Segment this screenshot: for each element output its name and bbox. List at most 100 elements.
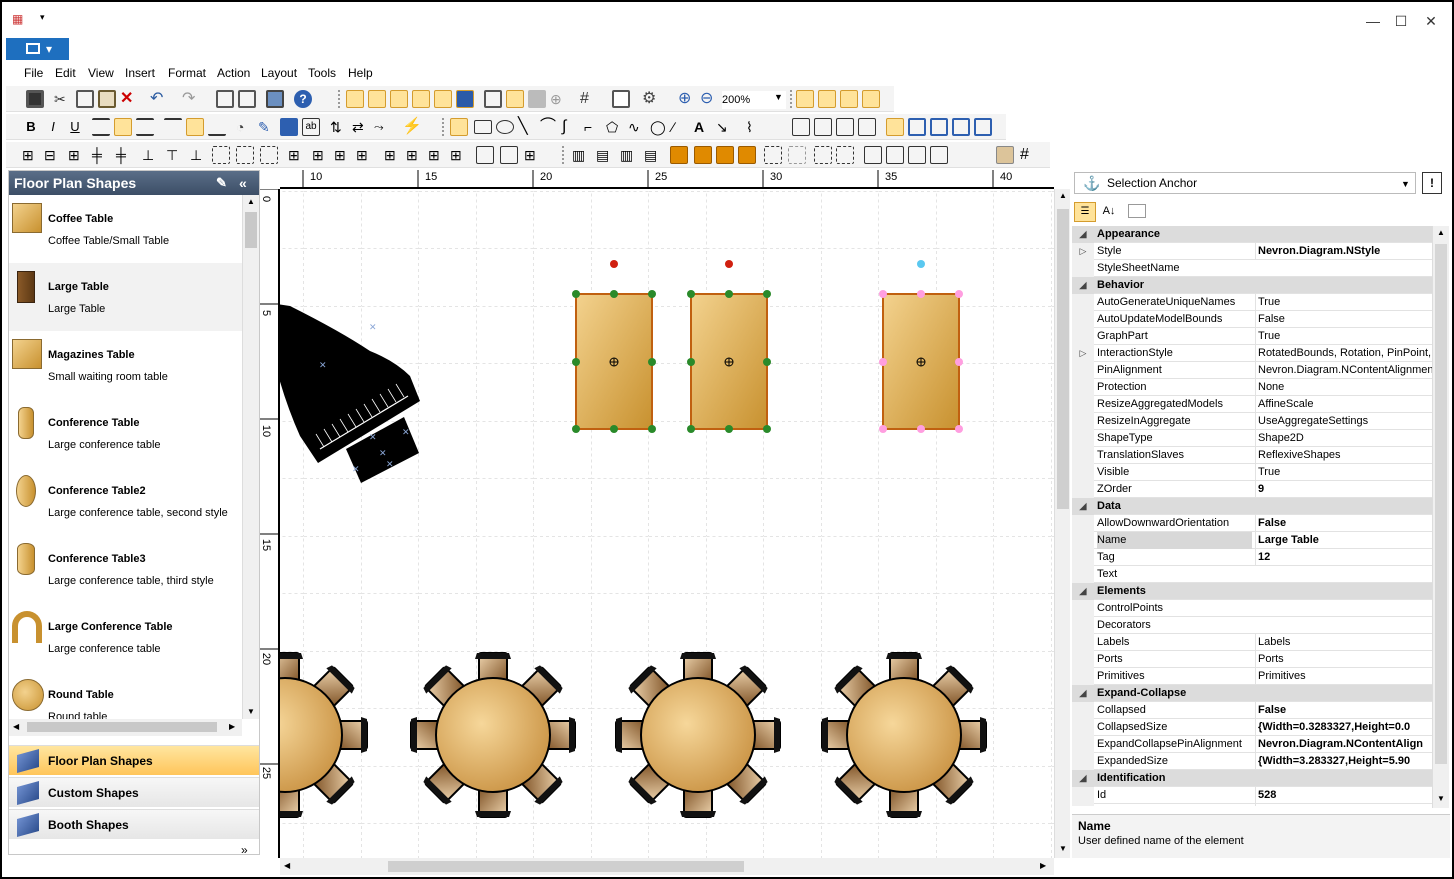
collapse-icon[interactable]: ◢ <box>1072 498 1094 515</box>
paste-icon[interactable] <box>98 90 116 108</box>
library-vertical-scrollbar[interactable]: ▲ ▼ <box>242 195 259 719</box>
property-value[interactable]: Nevron.Diagram.NContentAlignment <box>1255 362 1432 379</box>
copy-icon[interactable] <box>76 90 94 108</box>
close-button[interactable]: ✕ <box>1416 10 1446 32</box>
property-category[interactable]: ◢ Data <box>1072 498 1432 515</box>
scroll-up-icon[interactable]: ▲ <box>1059 191 1067 200</box>
polyline-tool-icon[interactable]: ⌐ <box>584 118 602 136</box>
collapse-icon[interactable]: ◢ <box>1072 277 1094 294</box>
property-row[interactable]: ExpandedSize {Width=3.283327,Height=5.90 <box>1072 753 1432 770</box>
bezier-tool-icon[interactable]: ∿ <box>628 118 646 136</box>
pan-icon[interactable] <box>506 90 524 108</box>
property-row[interactable]: Id 528 <box>1072 787 1432 804</box>
nudge-up-icon[interactable] <box>908 146 926 164</box>
property-row[interactable]: Tag 12 <box>1072 549 1432 566</box>
flip-v-icon[interactable]: ▤ <box>644 146 662 164</box>
connector-icon[interactable]: ⇅ <box>330 118 348 136</box>
bring-front-icon[interactable] <box>670 146 688 164</box>
categorized-view-icon[interactable]: ☰ <box>1074 202 1096 222</box>
list-item[interactable]: Round Table Round table <box>9 671 242 719</box>
property-value[interactable]: Nevron.Diagram.NContentAlign <box>1255 736 1432 753</box>
increase-spacing-icon[interactable]: ⊞ <box>288 146 306 164</box>
page-setup-icon[interactable] <box>612 90 630 108</box>
collapse-icon[interactable]: ◢ <box>1072 685 1094 702</box>
property-category[interactable]: ◢ Appearance <box>1072 226 1432 243</box>
canvas-horizontal-scrollbar[interactable]: ◀ ▶ <box>280 858 1054 875</box>
list-item[interactable]: Large Table Large Table <box>9 263 242 331</box>
undo-icon[interactable]: ↶ <box>150 90 168 108</box>
tab-booth-shapes[interactable]: Booth Shapes <box>9 809 259 839</box>
align-right-icon[interactable] <box>136 118 154 136</box>
scroll-right-icon[interactable]: ▶ <box>1040 861 1046 870</box>
send-backward-icon[interactable] <box>738 146 756 164</box>
zoom-in-icon[interactable]: ⊕ <box>678 90 696 108</box>
scroll-right-icon[interactable]: ▶ <box>229 722 235 731</box>
collapse-panel-icon[interactable]: « <box>239 171 247 195</box>
scroll-up-icon[interactable]: ▲ <box>247 197 255 206</box>
align-middles-icon[interactable]: ╪ <box>116 146 134 164</box>
property-value[interactable]: RotatedBounds, Rotation, PinPoint, S <box>1255 345 1432 362</box>
property-row[interactable]: AutoUpdateModelBounds False <box>1072 311 1432 328</box>
rotate-right-icon[interactable]: ▤ <box>596 146 614 164</box>
underline-icon[interactable]: U <box>66 118 84 136</box>
round-table-shape[interactable] <box>410 652 576 818</box>
property-value[interactable]: False <box>1255 311 1432 328</box>
scroll-down-icon[interactable]: ▼ <box>1437 794 1445 803</box>
connector-tool-icon[interactable]: ↘ <box>716 118 734 136</box>
quick-access-dropdown-icon[interactable]: ▾ <box>40 12 45 23</box>
property-value[interactable]: False <box>1255 515 1432 532</box>
connector2-icon[interactable]: ⇄ <box>352 118 370 136</box>
h-scroll-thumb[interactable] <box>27 722 217 732</box>
align-rights-icon[interactable]: ⊞ <box>68 146 86 164</box>
property-value[interactable]: True <box>1255 294 1432 311</box>
lightning-icon[interactable]: ⚡ <box>402 118 422 136</box>
pin-panel-icon[interactable]: ! <box>1422 172 1442 194</box>
vspace-1-icon[interactable]: ⊞ <box>384 146 402 164</box>
curve-tool-icon[interactable]: ∫ <box>562 118 580 136</box>
property-row[interactable]: GraphPart True <box>1072 328 1432 345</box>
layer-icon[interactable] <box>484 90 502 108</box>
print-icon[interactable] <box>216 90 234 108</box>
property-row[interactable]: ▷ Style Nevron.Diagram.NStyle <box>1072 243 1432 260</box>
help-icon[interactable]: ? <box>294 90 312 108</box>
disaggregate-icon[interactable] <box>836 146 854 164</box>
nudge-right-icon[interactable] <box>886 146 904 164</box>
view-large-icon[interactable] <box>886 118 904 136</box>
grid-style-icon[interactable]: # <box>580 90 598 108</box>
same-size-icon[interactable] <box>212 146 230 164</box>
property-row[interactable]: ShapeType Shape2D <box>1072 430 1432 447</box>
rotate-left-icon[interactable]: ▥ <box>572 146 590 164</box>
property-value[interactable]: 528 <box>1255 787 1432 804</box>
property-value[interactable]: AffineScale <box>1255 396 1432 413</box>
center-h-icon[interactable] <box>476 146 494 164</box>
property-row[interactable]: Name Large Table <box>1072 532 1432 549</box>
menu-format[interactable]: Format <box>168 66 206 80</box>
save-doc-icon[interactable] <box>836 118 854 136</box>
combo-dropdown-icon[interactable]: ▼ <box>1401 174 1410 194</box>
align-lefts-icon[interactable]: ⊞ <box>22 146 40 164</box>
h-scroll-thumb[interactable] <box>388 861 744 872</box>
valign-middle-icon[interactable] <box>186 118 204 136</box>
align-tops-icon[interactable]: ╪ <box>92 146 110 164</box>
nudge-left-icon[interactable] <box>864 146 882 164</box>
property-value[interactable]: False <box>1255 702 1432 719</box>
vspace-4-icon[interactable]: ⊞ <box>450 146 468 164</box>
property-value[interactable]: Nevron.Diagram.NStyle <box>1255 243 1432 260</box>
property-row[interactable]: UniqueId6f1e1f2a-455b-4b2c-8d10-efb <box>1072 804 1432 806</box>
property-row[interactable]: Decorators <box>1072 617 1432 634</box>
shadow-icon[interactable] <box>280 118 298 136</box>
text-tool-icon[interactable]: A <box>694 118 712 136</box>
property-value[interactable]: None <box>1255 379 1432 396</box>
property-row[interactable]: Labels Labels <box>1072 634 1432 651</box>
property-value[interactable]: True <box>1255 464 1432 481</box>
flip-icon[interactable]: ⊞ <box>524 146 542 164</box>
open-folder-icon[interactable] <box>814 118 832 136</box>
property-value[interactable]: {Width=3.283327,Height=5.90 <box>1255 753 1432 770</box>
polygon-tool-icon[interactable]: ⬠ <box>606 118 624 136</box>
italic-icon[interactable]: I <box>44 118 62 136</box>
drawing-area[interactable]: ✕ ✕ ✕ ✕ ✕ ✕ ✕ <box>280 191 1054 858</box>
freehand-tool-icon[interactable]: ∕ <box>672 118 690 136</box>
cascade-icon[interactable] <box>840 90 858 108</box>
more-tabs-chevron-icon[interactable]: » <box>241 843 248 857</box>
property-grid[interactable]: ◢ Appearance ▷ Style Nevron.Diagram.NStyle St… <box>1072 226 1432 806</box>
